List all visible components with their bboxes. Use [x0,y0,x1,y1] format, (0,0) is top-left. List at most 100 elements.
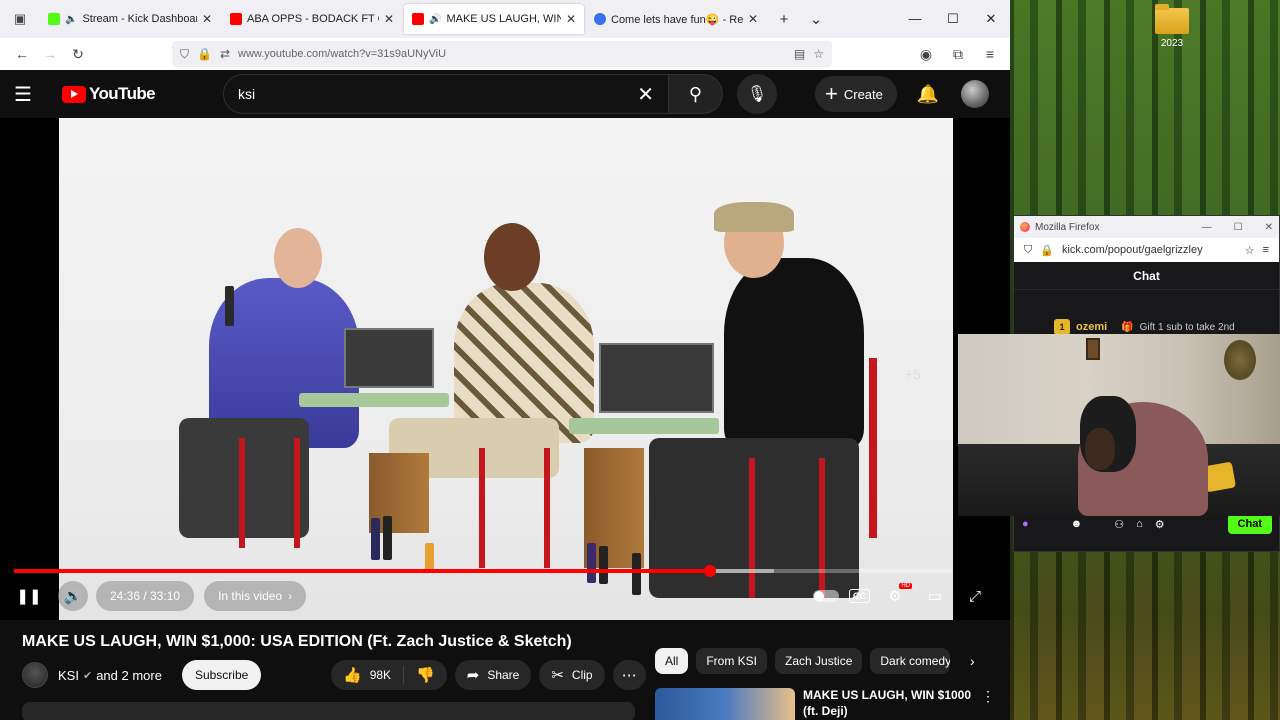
store-icon[interactable]: ⌂ [1136,518,1143,530]
menu-icon[interactable]: ≡ [1263,244,1269,256]
search-icon: ⚲ [688,83,703,104]
forward-icon[interactable]: → [36,46,64,62]
desktop-folder[interactable]: 2023 [1150,4,1194,49]
voice-search-button[interactable]: 🎙 [737,74,777,114]
subscribe-button[interactable]: Subscribe [181,660,262,690]
permissions-icon[interactable]: ⇄ [220,47,230,61]
chevron-down-icon[interactable]: ⌄ [800,10,832,28]
chip-from-ksi[interactable]: From KSI [696,648,768,674]
maximize-icon[interactable]: ☐ [1234,222,1243,233]
autoplay-toggle[interactable] [813,590,839,602]
smiley-icon[interactable]: ☻ [1071,518,1083,530]
close-window-icon[interactable]: ✕ [972,11,1010,27]
more-vertical-icon[interactable]: ⋮ [981,688,995,720]
tab-kick-dashboard[interactable]: 🔈 Stream - Kick Dashboard ✕ [40,4,220,34]
firefox-icon [1020,222,1030,232]
theater-mode-icon[interactable]: ▭ [920,581,950,611]
volume-button[interactable]: 🔊 [58,581,88,611]
drink-bottle [383,516,392,560]
tab-list-icon[interactable]: ▣ [0,11,40,27]
video-player[interactable]: +5 ❚❚ 🔊 24:36 / 33:10 In this video › CC… [0,118,1010,620]
tab-restream[interactable]: Come lets have fun😜 - Restre ✕ [586,4,766,34]
chapter-button[interactable]: In this video › [204,581,307,611]
account-icon[interactable]: ◉ [912,46,940,63]
reload-icon[interactable]: ↻ [64,46,92,63]
settings-gear-icon[interactable]: ⚙ [1155,518,1165,531]
clear-search-icon[interactable]: ✕ [637,82,654,107]
close-tab-icon[interactable]: ✕ [566,12,576,26]
minimize-icon[interactable]: — [1202,222,1212,233]
gifter-name[interactable]: ozemi [1076,321,1107,333]
video-frame[interactable] [59,118,953,620]
create-button[interactable]: + Create [815,76,897,112]
url-bar[interactable]: ⛉ 🔒 ⇄ www.youtube.com/watch?v=31s9aUNyVi… [172,41,832,67]
pause-button[interactable]: ❚❚ [14,581,44,611]
scrubber-handle[interactable] [703,565,716,577]
recommended-item[interactable]: MAKE US LAUGH, WIN $1000 (ft. Deji) ⋮ [655,688,995,720]
youtube-logo[interactable]: YouTube [62,84,156,104]
muted-speaker-icon[interactable]: 🔈 [65,14,77,25]
tab-make-us-laugh[interactable]: 🔊 MAKE US LAUGH, WIN $1,0 ✕ [404,4,584,34]
youtube-header: ☰ YouTube ✕ ⚲ 🎙 + Create 🔔 [0,70,1010,118]
channel-name[interactable]: KSI [58,668,79,683]
account-avatar[interactable] [961,80,990,108]
collaborators-link[interactable]: and 2 more [96,668,162,683]
close-tab-icon[interactable]: ✕ [384,12,394,26]
description-box[interactable] [22,702,635,720]
search-input[interactable] [238,86,638,102]
fullscreen-icon[interactable]: ⤢ [960,581,990,611]
bookmark-star-icon[interactable]: ☆ [813,47,824,61]
video-owner: KSI ✔ and 2 more Subscribe [22,660,262,690]
chair-back [869,358,877,538]
subtitles-icon[interactable]: CC [849,589,870,603]
search-button[interactable]: ⚲ [669,74,723,114]
tab-aba-opps[interactable]: ABA OPPS - BODACK FT CHAI ✕ [222,4,402,34]
like-button[interactable]: 👍 98K [331,660,403,690]
recommended-title[interactable]: MAKE US LAUGH, WIN $1000 (ft. Deji) [803,688,973,720]
channel-avatar[interactable] [22,662,48,688]
close-window-icon[interactable]: ✕ [1265,222,1273,233]
shield-icon[interactable]: ⛉ [1024,244,1032,257]
reader-view-icon[interactable]: ▤ [794,47,805,61]
popout-url-bar[interactable]: ⛉ 🔒 kick.com/popout/gaelgrizzley ☆ ≡ [1014,238,1279,262]
chevron-right-icon[interactable]: › [958,653,986,669]
chip-zach-justice[interactable]: Zach Justice [775,648,863,674]
send-chat-button[interactable]: Chat [1227,514,1272,534]
hamburger-menu-icon[interactable]: ☰ [14,82,48,107]
popout-url-text[interactable]: kick.com/popout/gaelgrizzley [1062,244,1237,256]
recommended-thumbnail[interactable] [655,688,795,720]
played-bar [14,569,710,573]
chip-dark-comedy[interactable]: Dark comedy [870,648,951,674]
close-tab-icon[interactable]: ✕ [748,12,758,26]
chip-all[interactable]: All [655,648,689,674]
dislike-button[interactable]: 👎 [404,660,447,690]
bookmark-star-icon[interactable]: ☆ [1245,244,1255,257]
lock-icon[interactable]: 🔒 [1040,244,1054,257]
notifications-bell-icon[interactable]: 🔔 [917,84,939,105]
url-text[interactable]: www.youtube.com/watch?v=31s9aUNyViU [238,48,786,60]
cash-pile-right [569,418,719,434]
maximize-icon[interactable]: ☐ [934,11,972,27]
shield-icon[interactable]: ⛉ [180,47,189,62]
streamer-face [1085,428,1115,470]
share-button[interactable]: ➦ Share [454,660,532,690]
speaker-icon[interactable]: 🔊 [429,14,441,25]
back-icon[interactable]: ← [8,46,36,62]
more-actions-button[interactable]: ⋯ [612,660,646,690]
menu-icon[interactable]: ≡ [976,46,1004,63]
community-icon[interactable]: ⚇ [1114,518,1124,531]
settings-gear-icon[interactable]: ⚙ HD [880,581,912,611]
lock-icon[interactable]: 🔒 [197,47,212,61]
emote-icon[interactable]: ● [1022,518,1029,530]
popout-title-bar: Mozilla Firefox — ☐ ✕ [1014,216,1279,238]
progress-bar[interactable] [14,565,952,577]
chevron-right-icon: › [288,589,293,603]
controls-right: CC ⚙ HD ▭ ⤢ [813,581,1010,611]
extensions-icon[interactable]: ⧉ [944,46,972,63]
folder-icon [1155,4,1189,34]
minimize-icon[interactable]: — [896,11,934,27]
plus-icon: + [825,81,838,106]
close-tab-icon[interactable]: ✕ [202,12,212,26]
clip-button[interactable]: ✂ Clip [539,660,605,690]
new-tab-icon[interactable]: + [768,11,800,28]
